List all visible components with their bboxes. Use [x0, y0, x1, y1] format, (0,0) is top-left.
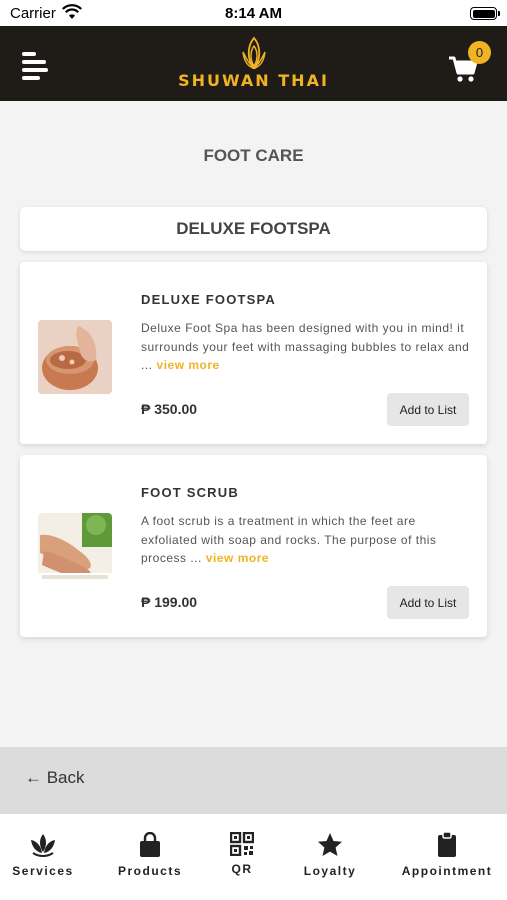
view-more-link[interactable]: view more	[206, 551, 269, 565]
page-title: FOOT CARE	[203, 146, 304, 165]
tab-label: Products	[117, 864, 182, 878]
product-name: FOOT SCRUB	[141, 485, 239, 500]
clock: 8:14 AM	[225, 5, 282, 22]
lotus-icon	[31, 834, 55, 857]
tab-label: Appointment	[401, 864, 493, 878]
product-price: ₱ 199.00	[141, 594, 198, 610]
back-bar: ← Back	[0, 747, 507, 814]
status-bar: Carrier 8:14 AM	[0, 0, 507, 26]
qr-code-icon	[230, 832, 254, 856]
tab-products[interactable]: Products	[110, 832, 190, 878]
bottom-tab-bar: Services Products QR Loyalty Appointment	[0, 814, 507, 900]
tab-label: Loyalty	[303, 864, 357, 878]
cart-count-badge: 0	[468, 41, 491, 64]
product-description: Deluxe Foot Spa has been designed with y…	[141, 319, 471, 375]
product-image-footscrub	[38, 513, 112, 587]
add-to-list-button[interactable]: Add to List	[387, 586, 469, 619]
product-price: ₱ 350.00	[141, 401, 198, 417]
product-card: FOOT SCRUB A foot scrub is a treatment i…	[20, 455, 487, 637]
product-image-footspa	[38, 320, 112, 394]
view-more-link[interactable]: view more	[157, 358, 220, 372]
star-icon	[318, 833, 342, 856]
clipboard-icon	[438, 832, 456, 857]
brand-name: SHUWAN THAI	[178, 71, 329, 90]
section-header: DELUXE FOOTSPA	[20, 207, 487, 251]
brand-logo: SHUWAN THAI	[168, 36, 339, 96]
product-card: DELUXE FOOTSPA Deluxe Foot Spa has been …	[20, 262, 487, 444]
product-name: DELUXE FOOTSPA	[141, 292, 277, 307]
tab-label: QR	[231, 862, 253, 876]
menu-button[interactable]	[22, 52, 48, 80]
lotus-logo-icon	[241, 36, 266, 70]
tab-loyalty[interactable]: Loyalty	[295, 832, 365, 878]
tab-qr[interactable]: QR	[222, 832, 262, 876]
app-header: SHUWAN THAI 0	[0, 26, 507, 101]
tab-appointment[interactable]: Appointment	[395, 832, 499, 878]
description-text: A foot scrub is a treatment in which the…	[141, 514, 437, 565]
add-to-list-button[interactable]: Add to List	[387, 393, 469, 426]
shopping-bag-icon	[140, 832, 160, 857]
tab-services[interactable]: Services	[8, 832, 78, 878]
product-description: A foot scrub is a treatment in which the…	[141, 512, 471, 568]
menu-icon	[22, 52, 36, 56]
tab-label: Services	[12, 864, 74, 878]
battery-icon	[470, 7, 500, 20]
back-button[interactable]: ← Back	[25, 768, 85, 788]
